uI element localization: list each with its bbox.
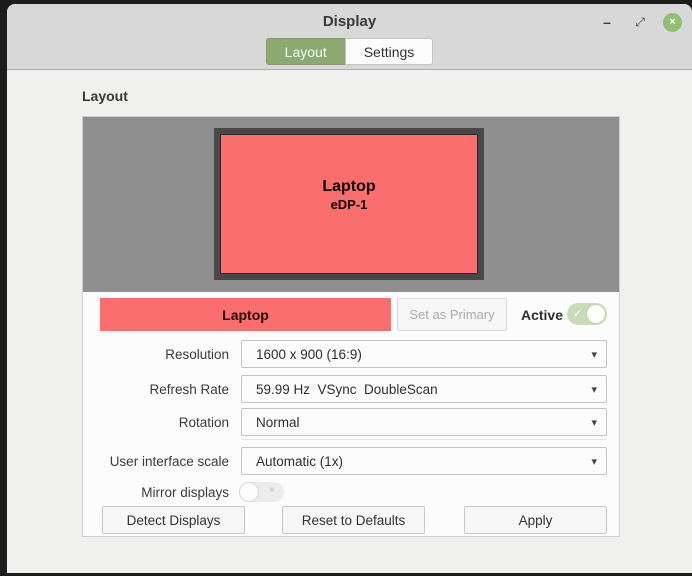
- window-controls: – ⤢ ×: [597, 12, 682, 32]
- mirror-displays-toggle[interactable]: ×: [239, 482, 284, 502]
- chevron-down-icon: ▾: [591, 418, 597, 429]
- active-toggle[interactable]: ✓: [567, 303, 607, 325]
- tab-switcher: Layout Settings: [7, 38, 692, 65]
- toggle-knob: [239, 482, 259, 502]
- chevron-down-icon: ▾: [591, 385, 597, 396]
- reset-to-defaults-button[interactable]: Reset to Defaults: [282, 506, 425, 534]
- monitor-connector: eDP-1: [331, 197, 368, 212]
- rotation-value: Normal: [242, 415, 300, 430]
- close-icon[interactable]: ×: [663, 13, 682, 32]
- chevron-down-icon: ▾: [591, 457, 597, 468]
- refresh-rate-value: 59.99 Hz VSync DoubleScan: [242, 382, 438, 397]
- display-settings-window: Display – ⤢ × Layout Settings Layout Lap…: [7, 4, 692, 573]
- layout-section-heading: Layout: [82, 88, 128, 104]
- detect-displays-button[interactable]: Detect Displays: [102, 506, 245, 534]
- resolution-dropdown[interactable]: 1600 x 900 (16:9) ▾: [241, 340, 607, 368]
- minimize-icon[interactable]: –: [597, 12, 617, 32]
- check-icon: ✓: [573, 307, 582, 320]
- set-as-primary-button[interactable]: Set as Primary: [397, 298, 507, 331]
- headerbar: Display – ⤢ × Layout Settings: [7, 4, 692, 70]
- tab-settings[interactable]: Settings: [345, 38, 434, 65]
- window-title: Display: [7, 13, 692, 30]
- chevron-down-icon: ▾: [591, 350, 597, 361]
- layout-frame: Laptop eDP-1 Laptop Set as Primary Activ…: [82, 116, 620, 537]
- ui-scale-value: Automatic (1x): [242, 454, 343, 469]
- ui-scale-dropdown[interactable]: Automatic (1x) ▾: [241, 447, 607, 475]
- monitor-select-button[interactable]: Laptop: [100, 298, 391, 331]
- rotation-dropdown[interactable]: Normal ▾: [241, 408, 607, 436]
- apply-button[interactable]: Apply: [464, 506, 607, 534]
- monitor-arrangement-canvas[interactable]: Laptop eDP-1: [83, 117, 619, 292]
- maximize-icon[interactable]: ⤢: [630, 12, 650, 32]
- monitor-preview[interactable]: Laptop eDP-1: [214, 128, 484, 280]
- refresh-rate-dropdown[interactable]: 59.99 Hz VSync DoubleScan ▾: [241, 375, 607, 403]
- toggle-knob: [586, 304, 606, 324]
- monitor-name: Laptop: [322, 178, 375, 196]
- tab-layout[interactable]: Layout: [266, 38, 345, 65]
- resolution-label: Resolution: [83, 340, 229, 368]
- refresh-rate-label: Refresh Rate: [83, 375, 229, 403]
- rotation-label: Rotation: [83, 408, 229, 436]
- row-separator: [241, 439, 607, 440]
- active-label: Active: [507, 298, 563, 331]
- mirror-displays-label: Mirror displays: [83, 482, 229, 502]
- ui-scale-label: User interface scale: [83, 447, 229, 475]
- cross-icon: ×: [269, 485, 275, 496]
- resolution-value: 1600 x 900 (16:9): [242, 347, 362, 362]
